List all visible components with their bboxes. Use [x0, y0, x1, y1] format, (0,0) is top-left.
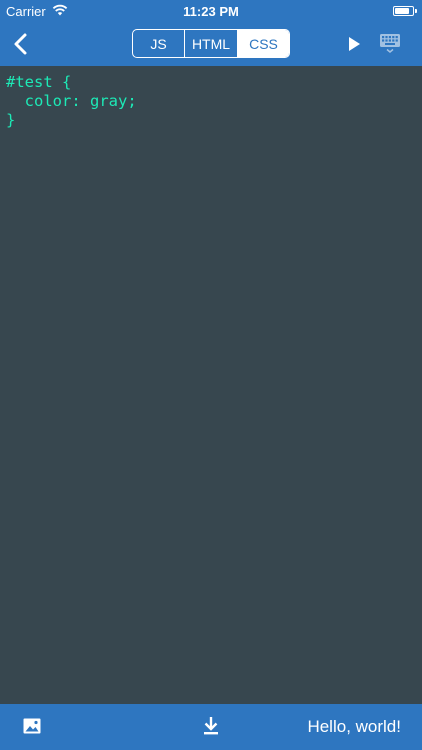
tab-js[interactable]: JS: [133, 30, 185, 57]
chevron-left-icon: [14, 33, 27, 55]
output-preview-text[interactable]: Hello, world!: [307, 717, 401, 737]
tab-css[interactable]: CSS: [238, 30, 289, 57]
download-button[interactable]: [200, 715, 222, 737]
back-button[interactable]: [6, 28, 38, 60]
code-editor[interactable]: #test { color: gray;}: [0, 66, 422, 704]
keyboard-icon: [380, 34, 400, 53]
battery-icon: [393, 6, 417, 16]
nav-bar: JS HTML CSS: [0, 22, 422, 66]
status-time: 11:23 PM: [183, 4, 239, 19]
language-segmented-control: JS HTML CSS: [132, 29, 290, 58]
download-icon: [204, 717, 218, 735]
tab-html[interactable]: HTML: [185, 30, 238, 57]
code-line: }: [6, 111, 16, 129]
code-line: #test {: [6, 73, 72, 91]
bottom-toolbar: Hello, world!: [0, 704, 422, 750]
keyboard-toggle-button[interactable]: [378, 31, 402, 55]
play-icon: [349, 37, 360, 51]
image-button[interactable]: [22, 716, 42, 736]
image-icon: [23, 718, 41, 734]
run-button[interactable]: [344, 34, 364, 54]
code-line: color: gray;: [6, 92, 137, 110]
status-bar: Carrier 11:23 PM: [0, 0, 422, 22]
battery-level: [395, 8, 410, 14]
code-content[interactable]: #test { color: gray;}: [6, 73, 137, 130]
